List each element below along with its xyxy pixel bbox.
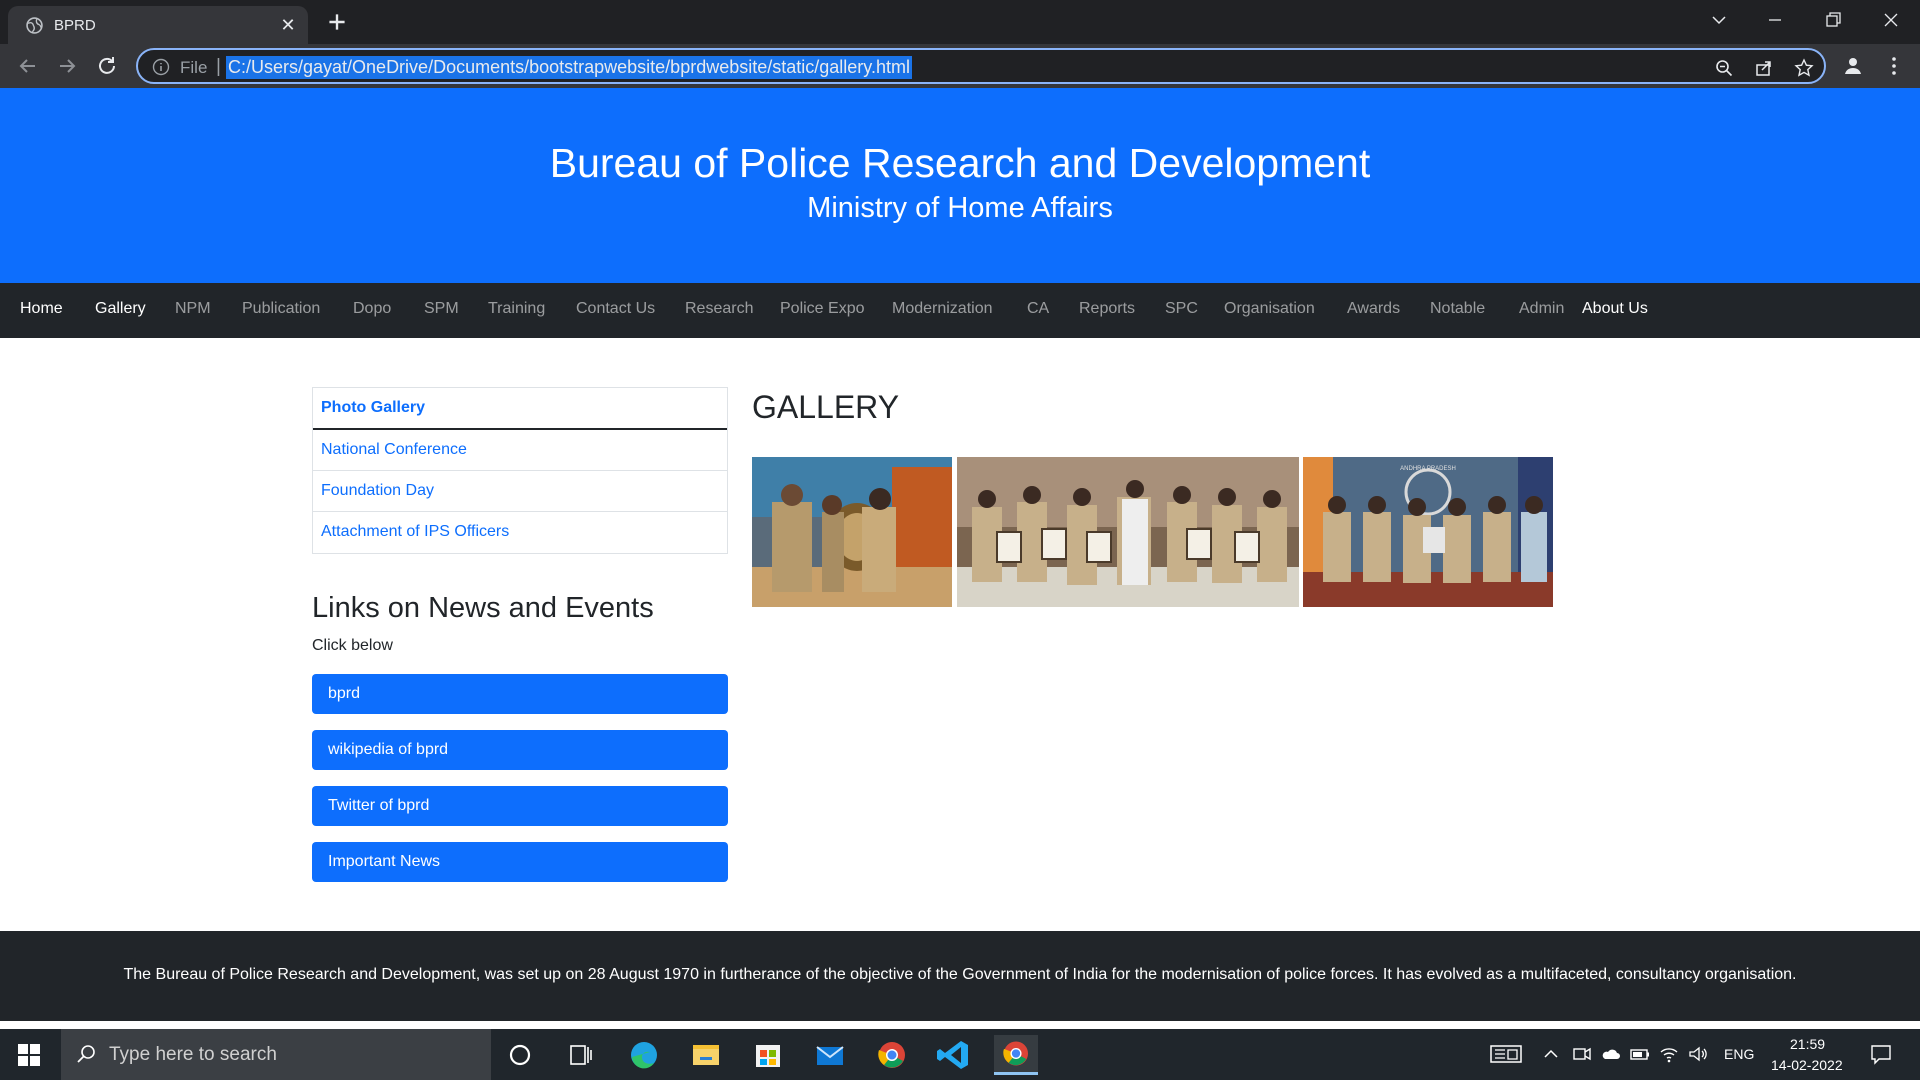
globe-icon	[26, 17, 43, 34]
nav-notable[interactable]: Notable	[1430, 300, 1485, 318]
nav-ca[interactable]: CA	[1027, 300, 1049, 318]
nav-organisation[interactable]: Organisation	[1224, 300, 1315, 318]
new-tab-icon[interactable]	[324, 9, 350, 35]
bookmark-star-icon[interactable]	[1794, 58, 1814, 78]
reload-icon[interactable]	[95, 54, 119, 78]
profile-icon[interactable]	[1841, 54, 1865, 78]
photo-caption: ANDHRA PRADESH	[1400, 466, 1456, 472]
info-icon[interactable]	[152, 58, 170, 76]
news-widget-icon[interactable]	[1490, 1044, 1522, 1064]
gallery-photo-2[interactable]	[957, 457, 1299, 607]
nav-npm[interactable]: NPM	[175, 300, 211, 318]
site-header: Bureau of Police Research and Developmen…	[0, 88, 1920, 283]
restore-icon[interactable]	[1818, 8, 1848, 32]
tab-search-chevron-icon[interactable]	[1704, 8, 1734, 32]
gallery-category-list: Photo Gallery National Conference Founda…	[312, 387, 728, 554]
nav-dopo[interactable]: Dopo	[353, 300, 391, 318]
microsoft-store-icon[interactable]	[746, 1035, 790, 1075]
wifi-icon[interactable]	[1659, 1044, 1679, 1064]
nav-about-us[interactable]: About Us	[1582, 300, 1648, 318]
list-item-attachment-ips[interactable]: Attachment of IPS Officers	[313, 512, 727, 553]
nav-spm[interactable]: SPM	[424, 300, 459, 318]
list-item-photo-gallery[interactable]: Photo Gallery	[313, 388, 727, 430]
link-button-twitter[interactable]: Twitter of bprd	[312, 786, 728, 826]
nav-research[interactable]: Research	[685, 300, 753, 318]
nav-spc[interactable]: SPC	[1165, 300, 1198, 318]
nav-gallery[interactable]: Gallery	[95, 300, 146, 318]
browser-toolbar: File | C:/Users/gayat/OneDrive/Documents…	[0, 44, 1920, 88]
browser-tab-strip: BPRD ✕	[0, 0, 1920, 44]
windows-taskbar: Type here to search ENG 21:59 14-02-2022	[0, 1029, 1920, 1080]
url-text[interactable]: C:/Users/gayat/OneDrive/Documents/bootst…	[226, 56, 912, 79]
taskbar-search-box[interactable]: Type here to search	[61, 1029, 491, 1080]
nav-police-expo[interactable]: Police Expo	[780, 300, 865, 318]
link-button-bprd[interactable]: bprd	[312, 674, 728, 714]
browser-tab[interactable]: BPRD ✕	[8, 6, 308, 44]
close-window-icon[interactable]	[1876, 8, 1906, 32]
volume-icon[interactable]	[1688, 1044, 1708, 1064]
link-button-wikipedia[interactable]: wikipedia of bprd	[312, 730, 728, 770]
nav-training[interactable]: Training	[488, 300, 545, 318]
language-indicator[interactable]: ENG	[1724, 1046, 1754, 1062]
site-subtitle: Ministry of Home Affairs	[807, 192, 1113, 224]
nav-reports[interactable]: Reports	[1079, 300, 1135, 318]
meet-now-icon[interactable]	[1572, 1044, 1592, 1064]
list-item-foundation-day[interactable]: Foundation Day	[313, 471, 727, 512]
list-item-national-conference[interactable]: National Conference	[313, 430, 727, 471]
file-explorer-icon[interactable]	[684, 1035, 728, 1075]
mail-icon[interactable]	[808, 1035, 852, 1075]
zoom-icon[interactable]	[1714, 58, 1734, 78]
cortana-icon[interactable]	[498, 1035, 542, 1075]
vscode-icon[interactable]	[932, 1035, 976, 1075]
close-tab-icon[interactable]: ✕	[278, 15, 298, 35]
nav-home[interactable]: Home	[20, 300, 63, 318]
links-section-title: Links on News and Events	[312, 592, 654, 624]
scheme-label: File	[180, 58, 208, 77]
gallery-heading: GALLERY	[752, 389, 900, 425]
chevron-up-icon[interactable]	[1541, 1044, 1561, 1064]
clock-date[interactable]: 14-02-2022	[1771, 1057, 1843, 1073]
taskbar-search-placeholder: Type here to search	[109, 1044, 277, 1065]
chrome-active-icon[interactable]	[994, 1035, 1038, 1075]
site-title: Bureau of Police Research and Developmen…	[549, 140, 1371, 186]
links-section-subtitle: Click below	[312, 637, 393, 654]
nav-publication[interactable]: Publication	[242, 300, 320, 318]
forward-arrow-icon[interactable]	[55, 54, 79, 78]
site-footer: The Bureau of Police Research and Develo…	[0, 931, 1920, 1021]
back-arrow-icon[interactable]	[16, 54, 40, 78]
onedrive-cloud-icon[interactable]	[1601, 1044, 1621, 1064]
minimize-icon[interactable]	[1760, 8, 1790, 32]
share-icon[interactable]	[1754, 58, 1774, 78]
nav-contact-us[interactable]: Contact Us	[576, 300, 655, 318]
gallery-photo-3[interactable]: ANDHRA PRADESH	[1303, 457, 1553, 607]
clock-time[interactable]: 21:59	[1790, 1036, 1825, 1052]
task-view-icon[interactable]	[558, 1035, 602, 1075]
menu-kebab-icon[interactable]	[1882, 54, 1906, 78]
tab-title: BPRD	[54, 17, 96, 34]
main-navbar: Home Gallery NPM Publication Dopo SPM Tr…	[0, 283, 1920, 338]
nav-admin[interactable]: Admin	[1519, 300, 1564, 318]
gallery-photo-1[interactable]	[752, 457, 952, 607]
notification-icon[interactable]	[1870, 1043, 1892, 1065]
link-button-important-news[interactable]: Important News	[312, 842, 728, 882]
footer-text: The Bureau of Police Research and Develo…	[123, 966, 1797, 983]
web-page: Bureau of Police Research and Developmen…	[0, 88, 1920, 1029]
search-icon	[77, 1045, 95, 1063]
nav-modernization[interactable]: Modernization	[892, 300, 993, 318]
address-bar[interactable]: File | C:/Users/gayat/OneDrive/Documents…	[136, 48, 1826, 84]
edge-browser-icon[interactable]	[622, 1035, 666, 1075]
windows-start-icon[interactable]	[18, 1044, 40, 1066]
omnibox-separator: |	[216, 56, 221, 77]
nav-awards[interactable]: Awards	[1347, 300, 1400, 318]
chrome-icon[interactable]	[870, 1035, 914, 1075]
battery-icon[interactable]	[1630, 1044, 1650, 1064]
